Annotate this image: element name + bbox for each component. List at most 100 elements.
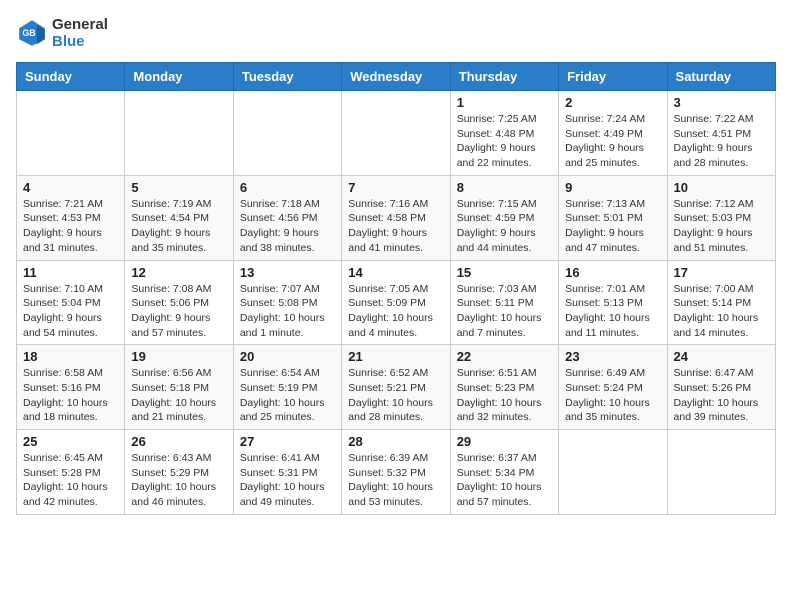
day-number: 27 — [240, 434, 335, 449]
day-info: Sunrise: 6:52 AM Sunset: 5:21 PM Dayligh… — [348, 366, 443, 425]
day-info: Sunrise: 6:37 AM Sunset: 5:34 PM Dayligh… — [457, 451, 552, 510]
calendar-cell: 24 Sunrise: 6:47 AM Sunset: 5:26 PM Dayli… — [667, 345, 775, 430]
calendar-week-row: 25 Sunrise: 6:45 AM Sunset: 5:28 PM Dayli… — [17, 430, 776, 515]
logo-text: General Blue — [52, 16, 108, 50]
col-header-thursday: Thursday — [450, 63, 558, 91]
logo-icon: GB — [16, 17, 48, 49]
day-number: 6 — [240, 180, 335, 195]
page-header: GB General Blue — [16, 16, 776, 50]
calendar-cell: 10 Sunrise: 7:12 AM Sunset: 5:03 PM Dayli… — [667, 175, 775, 260]
calendar-cell — [667, 430, 775, 515]
calendar-cell: 26 Sunrise: 6:43 AM Sunset: 5:29 PM Dayli… — [125, 430, 233, 515]
calendar-cell: 3 Sunrise: 7:22 AM Sunset: 4:51 PM Daylig… — [667, 91, 775, 176]
col-header-monday: Monday — [125, 63, 233, 91]
calendar-cell: 5 Sunrise: 7:19 AM Sunset: 4:54 PM Daylig… — [125, 175, 233, 260]
day-number: 17 — [674, 265, 769, 280]
calendar-cell: 15 Sunrise: 7:03 AM Sunset: 5:11 PM Dayli… — [450, 260, 558, 345]
day-number: 26 — [131, 434, 226, 449]
day-number: 25 — [23, 434, 118, 449]
calendar-week-row: 11Sunrise: 7:10 AM Sunset: 5:04 PM Dayli… — [17, 260, 776, 345]
day-number: 7 — [348, 180, 443, 195]
day-info: Sunrise: 7:03 AM Sunset: 5:11 PM Dayligh… — [457, 282, 552, 341]
calendar-cell — [342, 91, 450, 176]
day-info: Sunrise: 7:05 AM Sunset: 5:09 PM Dayligh… — [348, 282, 443, 341]
day-info: Sunrise: 6:56 AM Sunset: 5:18 PM Dayligh… — [131, 366, 226, 425]
day-info: Sunrise: 6:58 AM Sunset: 5:16 PM Dayligh… — [23, 366, 118, 425]
day-info: Sunrise: 7:07 AM Sunset: 5:08 PM Dayligh… — [240, 282, 335, 341]
calendar-cell: 19Sunrise: 6:56 AM Sunset: 5:18 PM Dayli… — [125, 345, 233, 430]
day-number: 9 — [565, 180, 660, 195]
calendar-week-row: 18 Sunrise: 6:58 AM Sunset: 5:16 PM Dayli… — [17, 345, 776, 430]
day-info: Sunrise: 6:47 AM Sunset: 5:26 PM Dayligh… — [674, 366, 769, 425]
day-number: 24 — [674, 349, 769, 364]
day-number: 14 — [348, 265, 443, 280]
calendar-cell: 9 Sunrise: 7:13 AM Sunset: 5:01 PM Daylig… — [559, 175, 667, 260]
calendar-cell: 11Sunrise: 7:10 AM Sunset: 5:04 PM Dayli… — [17, 260, 125, 345]
day-info: Sunrise: 6:43 AM Sunset: 5:29 PM Dayligh… — [131, 451, 226, 510]
col-header-wednesday: Wednesday — [342, 63, 450, 91]
day-number: 21 — [348, 349, 443, 364]
day-info: Sunrise: 7:13 AM Sunset: 5:01 PM Dayligh… — [565, 197, 660, 256]
calendar-cell — [559, 430, 667, 515]
day-number: 4 — [23, 180, 118, 195]
col-header-sunday: Sunday — [17, 63, 125, 91]
day-info: Sunrise: 7:18 AM Sunset: 4:56 PM Dayligh… — [240, 197, 335, 256]
day-info: Sunrise: 7:21 AM Sunset: 4:53 PM Dayligh… — [23, 197, 118, 256]
day-number: 13 — [240, 265, 335, 280]
day-number: 23 — [565, 349, 660, 364]
day-number: 18 — [23, 349, 118, 364]
day-info: Sunrise: 6:54 AM Sunset: 5:19 PM Dayligh… — [240, 366, 335, 425]
calendar-cell: 28Sunrise: 6:39 AM Sunset: 5:32 PM Dayli… — [342, 430, 450, 515]
day-info: Sunrise: 7:00 AM Sunset: 5:14 PM Dayligh… — [674, 282, 769, 341]
calendar-cell: 2 Sunrise: 7:24 AM Sunset: 4:49 PM Daylig… — [559, 91, 667, 176]
calendar-cell: 23Sunrise: 6:49 AM Sunset: 5:24 PM Dayli… — [559, 345, 667, 430]
calendar-cell: 14 Sunrise: 7:05 AM Sunset: 5:09 PM Dayli… — [342, 260, 450, 345]
day-number: 16 — [565, 265, 660, 280]
calendar-cell: 7 Sunrise: 7:16 AM Sunset: 4:58 PM Daylig… — [342, 175, 450, 260]
calendar-cell: 25 Sunrise: 6:45 AM Sunset: 5:28 PM Dayli… — [17, 430, 125, 515]
day-number: 2 — [565, 95, 660, 110]
calendar-cell: 12 Sunrise: 7:08 AM Sunset: 5:06 PM Dayli… — [125, 260, 233, 345]
day-number: 10 — [674, 180, 769, 195]
calendar-cell: 6 Sunrise: 7:18 AM Sunset: 4:56 PM Daylig… — [233, 175, 341, 260]
day-info: Sunrise: 7:19 AM Sunset: 4:54 PM Dayligh… — [131, 197, 226, 256]
day-number: 3 — [674, 95, 769, 110]
day-number: 5 — [131, 180, 226, 195]
day-number: 8 — [457, 180, 552, 195]
calendar-cell: 20 Sunrise: 6:54 AM Sunset: 5:19 PM Dayli… — [233, 345, 341, 430]
calendar-cell — [125, 91, 233, 176]
col-header-friday: Friday — [559, 63, 667, 91]
day-number: 22 — [457, 349, 552, 364]
day-info: Sunrise: 7:25 AM Sunset: 4:48 PM Dayligh… — [457, 112, 552, 171]
calendar-cell: 13 Sunrise: 7:07 AM Sunset: 5:08 PM Dayli… — [233, 260, 341, 345]
day-info: Sunrise: 7:22 AM Sunset: 4:51 PM Dayligh… — [674, 112, 769, 171]
day-info: Sunrise: 7:01 AM Sunset: 5:13 PM Dayligh… — [565, 282, 660, 341]
calendar-cell: 16 Sunrise: 7:01 AM Sunset: 5:13 PM Dayli… — [559, 260, 667, 345]
day-info: Sunrise: 6:39 AM Sunset: 5:32 PM Dayligh… — [348, 451, 443, 510]
calendar-week-row: 1Sunrise: 7:25 AM Sunset: 4:48 PM Daylig… — [17, 91, 776, 176]
calendar-table: SundayMondayTuesdayWednesdayThursdayFrid… — [16, 62, 776, 515]
calendar-cell: 4 Sunrise: 7:21 AM Sunset: 4:53 PM Daylig… — [17, 175, 125, 260]
calendar-cell: 8Sunrise: 7:15 AM Sunset: 4:59 PM Daylig… — [450, 175, 558, 260]
calendar-cell: 21 Sunrise: 6:52 AM Sunset: 5:21 PM Dayli… — [342, 345, 450, 430]
day-info: Sunrise: 7:16 AM Sunset: 4:58 PM Dayligh… — [348, 197, 443, 256]
day-number: 12 — [131, 265, 226, 280]
col-header-saturday: Saturday — [667, 63, 775, 91]
calendar-cell: 27 Sunrise: 6:41 AM Sunset: 5:31 PM Dayli… — [233, 430, 341, 515]
day-number: 15 — [457, 265, 552, 280]
day-info: Sunrise: 6:41 AM Sunset: 5:31 PM Dayligh… — [240, 451, 335, 510]
day-info: Sunrise: 7:08 AM Sunset: 5:06 PM Dayligh… — [131, 282, 226, 341]
day-info: Sunrise: 7:12 AM Sunset: 5:03 PM Dayligh… — [674, 197, 769, 256]
day-info: Sunrise: 6:45 AM Sunset: 5:28 PM Dayligh… — [23, 451, 118, 510]
svg-text:GB: GB — [22, 28, 35, 38]
calendar-cell: 22Sunrise: 6:51 AM Sunset: 5:23 PM Dayli… — [450, 345, 558, 430]
day-number: 20 — [240, 349, 335, 364]
day-info: Sunrise: 7:24 AM Sunset: 4:49 PM Dayligh… — [565, 112, 660, 171]
day-number: 29 — [457, 434, 552, 449]
day-info: Sunrise: 7:10 AM Sunset: 5:04 PM Dayligh… — [23, 282, 118, 341]
col-header-tuesday: Tuesday — [233, 63, 341, 91]
calendar-cell: 1Sunrise: 7:25 AM Sunset: 4:48 PM Daylig… — [450, 91, 558, 176]
calendar-cell: 18 Sunrise: 6:58 AM Sunset: 5:16 PM Dayli… — [17, 345, 125, 430]
calendar-cell — [17, 91, 125, 176]
calendar-cell: 17 Sunrise: 7:00 AM Sunset: 5:14 PM Dayli… — [667, 260, 775, 345]
